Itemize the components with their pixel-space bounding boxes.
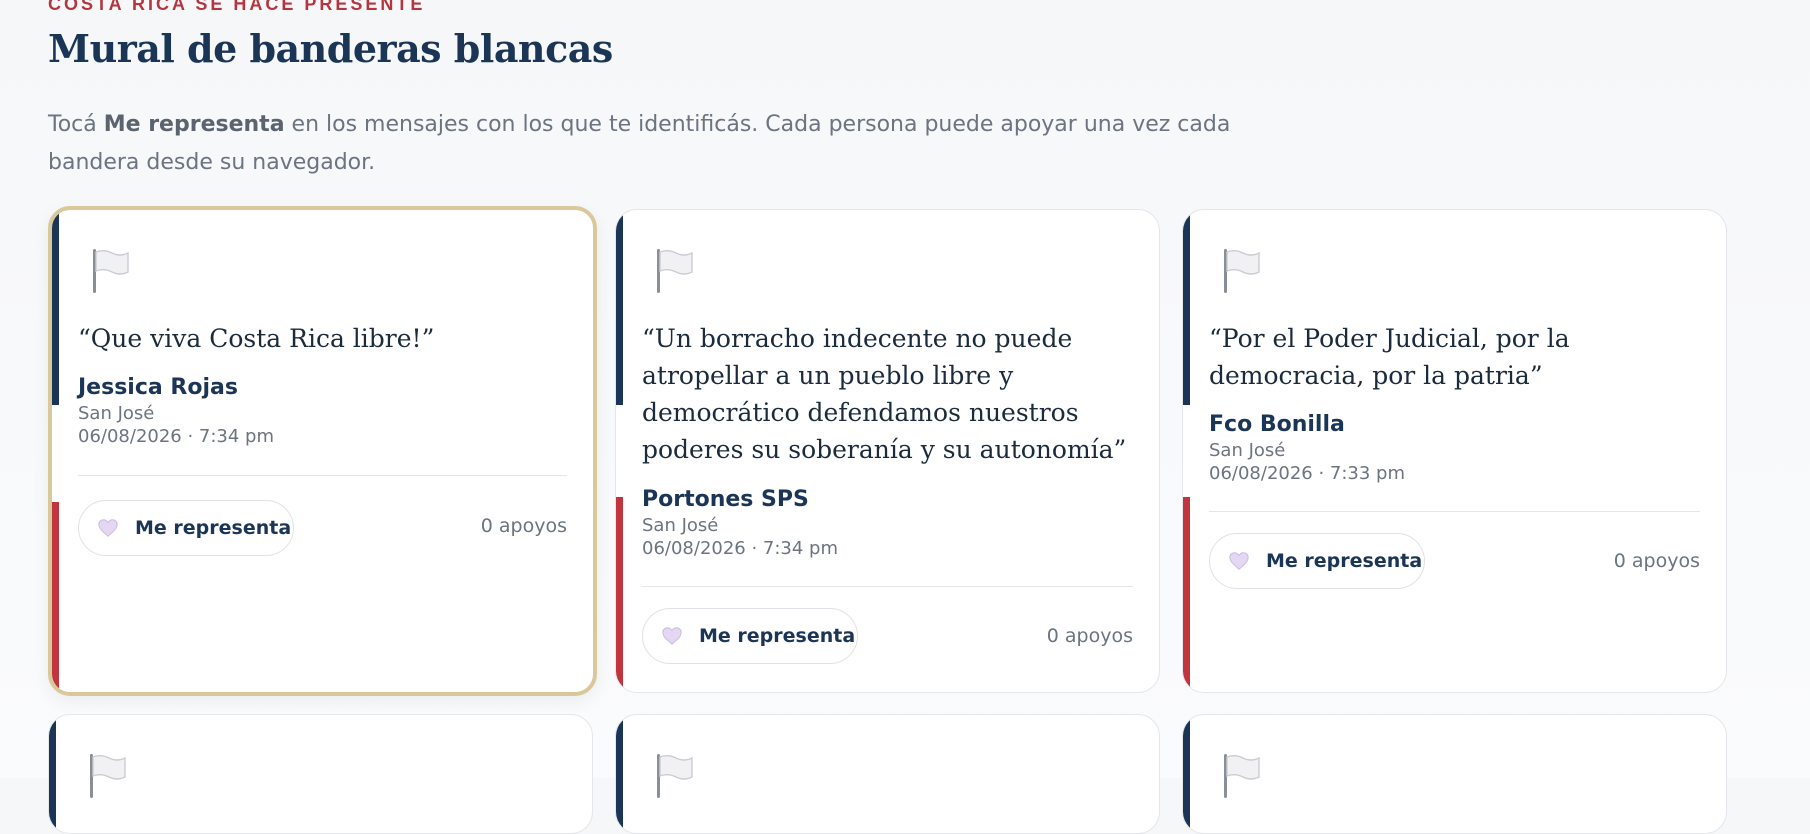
card-stripe-navy — [1183, 210, 1190, 405]
flag-card: “Que viva Costa Rica libre!” Jessica Roj… — [48, 206, 597, 696]
support-count: 0 apoyos — [480, 515, 567, 537]
flag-card: “Por el Poder Judicial, por la democraci… — [1182, 209, 1727, 693]
flag-card-partial — [1182, 714, 1727, 834]
white-flag-icon — [657, 754, 693, 798]
card-divider — [1209, 511, 1700, 512]
white-flag-icon — [93, 249, 129, 293]
section-eyebrow: COSTA RICA SE HACE PRESENTE — [48, 0, 426, 14]
card-quote: “Por el Poder Judicial, por la democraci… — [1209, 324, 1570, 390]
card-quote: “Que viva Costa Rica libre!” — [78, 324, 435, 353]
card-stripe-red — [1183, 497, 1190, 692]
me-representa-label: Me representa — [135, 517, 292, 539]
card-place: San José — [78, 403, 155, 424]
card-author: Portones SPS — [642, 487, 809, 512]
card-place: San José — [642, 515, 719, 536]
me-representa-button[interactable]: Me representa — [1209, 533, 1425, 589]
intro-pre: Tocá — [48, 112, 104, 137]
card-place: San José — [1209, 440, 1286, 461]
flag-card-partial — [615, 714, 1160, 834]
card-author: Jessica Rojas — [78, 375, 238, 400]
heart-icon — [662, 627, 682, 645]
card-stripe-red — [52, 502, 59, 692]
me-representa-label: Me representa — [699, 625, 856, 647]
card-stripe-navy — [52, 210, 59, 405]
card-author: Fco Bonilla — [1209, 412, 1345, 437]
intro-bold: Me representa — [103, 112, 285, 137]
card-stripe-navy — [616, 210, 623, 405]
white-flag-icon — [90, 754, 126, 798]
card-stripe-navy — [1183, 715, 1190, 833]
card-divider — [78, 475, 567, 476]
card-date: 06/08/2026 · 7:34 pm — [78, 426, 275, 447]
heart-icon — [1229, 552, 1249, 570]
me-representa-label: Me representa — [1266, 550, 1423, 572]
me-representa-button[interactable]: Me representa — [642, 608, 858, 664]
card-stripe-navy — [616, 715, 623, 833]
support-count: 0 apoyos — [1046, 625, 1133, 647]
flag-card-partial — [48, 714, 593, 834]
page-title: Mural de banderas blancas — [48, 26, 613, 71]
support-count: 0 apoyos — [1613, 550, 1700, 572]
card-date: 06/08/2026 · 7:34 pm — [642, 538, 839, 559]
white-flag-icon — [657, 249, 693, 293]
card-quote: “Un borracho indecente no puede atropell… — [642, 324, 1127, 464]
card-date: 06/08/2026 · 7:33 pm — [1209, 463, 1406, 484]
card-divider — [642, 586, 1133, 587]
intro-text: Tocá Me representa en los mensajes con l… — [48, 106, 1268, 182]
white-flag-icon — [1224, 249, 1260, 293]
white-flag-icon — [1224, 754, 1260, 798]
me-representa-button[interactable]: Me representa — [78, 500, 294, 556]
card-stripe-red — [616, 497, 623, 692]
flag-card: “Un borracho indecente no puede atropell… — [615, 209, 1160, 693]
heart-icon — [98, 519, 118, 537]
card-stripe-navy — [49, 715, 56, 833]
